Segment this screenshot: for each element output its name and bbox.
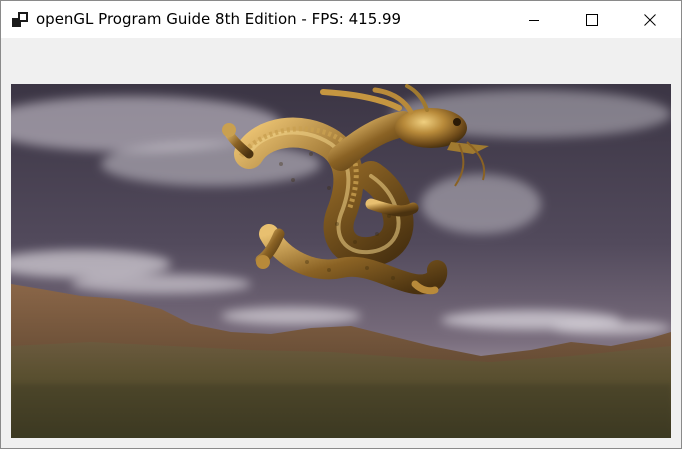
opengl-viewport[interactable]: [11, 84, 671, 438]
render-scene: [11, 84, 671, 438]
minimize-icon: [529, 19, 539, 21]
app-icon: [12, 12, 28, 27]
maximize-button[interactable]: [563, 1, 621, 38]
window-title: openGL Program Guide 8th Edition - FPS: …: [36, 10, 402, 28]
app-window: openGL Program Guide 8th Edition - FPS: …: [0, 0, 682, 449]
title-bar[interactable]: openGL Program Guide 8th Edition - FPS: …: [1, 1, 681, 38]
close-button[interactable]: [621, 1, 679, 38]
minimize-button[interactable]: [505, 1, 563, 38]
client-area: [1, 38, 681, 448]
close-icon: [644, 13, 656, 26]
maximize-icon: [586, 13, 598, 26]
